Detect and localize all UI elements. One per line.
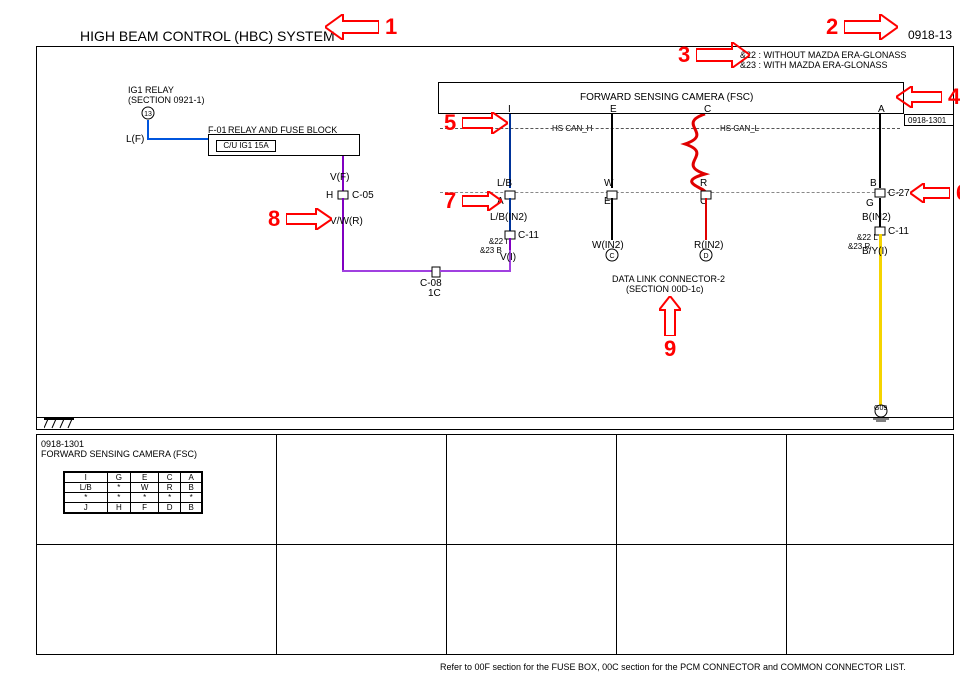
arrow-left-icon xyxy=(325,14,379,40)
callout-2: 2 xyxy=(820,14,898,40)
fsc-title: FORWARD SENSING CAMERA (FSC) xyxy=(580,92,753,103)
conn-title-id: 0918-1301 xyxy=(41,439,272,449)
wire-to-c08 xyxy=(342,270,432,272)
wire-vwr-label: V/W(R) xyxy=(330,216,363,227)
conn-c11-left: C-11 xyxy=(518,230,539,241)
callout-9: 9 xyxy=(658,296,682,362)
fuse-text: C/U IG1 15A xyxy=(223,141,268,150)
wiring-diagram-page: HIGH BEAM CONTROL (HBC) SYSTEM 0918-13 &… xyxy=(0,0,960,692)
wire-lb xyxy=(509,114,511,188)
ig1-relay-label: IG1 RELAY xyxy=(128,85,174,95)
callout-4: 4 xyxy=(896,84,960,110)
callout-5: 5 xyxy=(438,110,508,136)
wire-byi xyxy=(879,234,882,406)
ground-label: G09 xyxy=(874,405,887,412)
ig1-relay-section: (SECTION 0921-1) xyxy=(128,95,205,105)
wire-lf-h xyxy=(147,138,209,140)
note-line-1: &22 : WITHOUT MAZDA ERA-GLONASS xyxy=(740,50,906,60)
svg-text:C: C xyxy=(609,253,614,260)
arrow-right-icon xyxy=(462,191,502,211)
arrow-left-icon xyxy=(896,86,942,108)
callout-7: 7 xyxy=(438,188,502,214)
source-node-icon: 13 xyxy=(140,105,156,121)
footer-text: Refer to 00F section for the FUSE BOX, 0… xyxy=(440,662,906,672)
fuse-inner: C/U IG1 15A xyxy=(216,140,276,152)
note-line-2: &23 : WITH MAZDA ERA-GLONASS xyxy=(740,60,888,70)
arrow-right-icon xyxy=(696,42,750,68)
dlc-pin-d-icon: D xyxy=(699,248,713,262)
wire-vf-label: V(F) xyxy=(330,172,349,183)
sheet-id: 0918-13 xyxy=(908,28,952,42)
callout-1: 1 xyxy=(325,14,403,40)
wire-vi xyxy=(509,238,511,250)
wire-bin2-label: B(IN2) xyxy=(862,212,891,223)
chassis-ground-icon xyxy=(44,418,74,432)
wire-vwr xyxy=(342,198,344,270)
pin-g: G xyxy=(866,198,874,209)
wire-rin2 xyxy=(705,198,707,240)
conn-c08-icon xyxy=(431,266,441,278)
wire-lf-label: L(F) xyxy=(126,134,144,145)
fsc-conn-id: 0918-1301 xyxy=(908,116,946,125)
wire-r-label: R xyxy=(700,178,707,189)
wire-w xyxy=(611,114,613,188)
conn-c27: C-27 xyxy=(888,188,910,199)
wire-win2 xyxy=(611,198,613,240)
arrow-right-icon xyxy=(286,208,332,230)
bottom-grid: 0918-1301 FORWARD SENSING CAMERA (FSC) I… xyxy=(36,434,954,655)
dlc2-label: DATA LINK CONNECTOR-2 xyxy=(612,274,725,284)
conn-c05: C-05 xyxy=(352,190,374,201)
connector-drawing: IGECA L/B*WRB ***** JHFDB xyxy=(63,471,203,514)
dlc-pin-c-icon: C xyxy=(605,248,619,262)
conn-c11-right: C-11 xyxy=(888,226,909,237)
callout-6: 6 xyxy=(910,180,960,206)
ground-rail xyxy=(36,417,954,418)
wire-lf xyxy=(147,120,149,138)
conn-c27-icon xyxy=(874,188,886,198)
callout-3: 3 xyxy=(672,42,750,68)
wire-vi-label: V(I) xyxy=(500,252,516,263)
conn-title-name: FORWARD SENSING CAMERA (FSC) xyxy=(41,449,272,459)
page-title: HIGH BEAM CONTROL (HBC) SYSTEM xyxy=(80,28,335,44)
wire-byi-label: B/Y(I) xyxy=(862,246,888,257)
arrow-right-icon xyxy=(844,14,898,40)
arrow-left-icon xyxy=(910,183,950,203)
callout-8: 8 xyxy=(262,206,332,232)
dlc2-section: (SECTION 00D-1c) xyxy=(626,284,704,294)
arrow-up-icon xyxy=(659,296,681,336)
wire-w-label: W xyxy=(604,178,613,189)
wire-c08-right xyxy=(440,270,510,272)
pin-h: H xyxy=(326,190,333,201)
arrow-right-icon xyxy=(462,112,508,134)
svg-text:13: 13 xyxy=(144,111,152,118)
wire-b xyxy=(879,114,881,188)
svg-text:D: D xyxy=(703,253,708,260)
conn-c08-pin: 1C xyxy=(428,288,441,299)
